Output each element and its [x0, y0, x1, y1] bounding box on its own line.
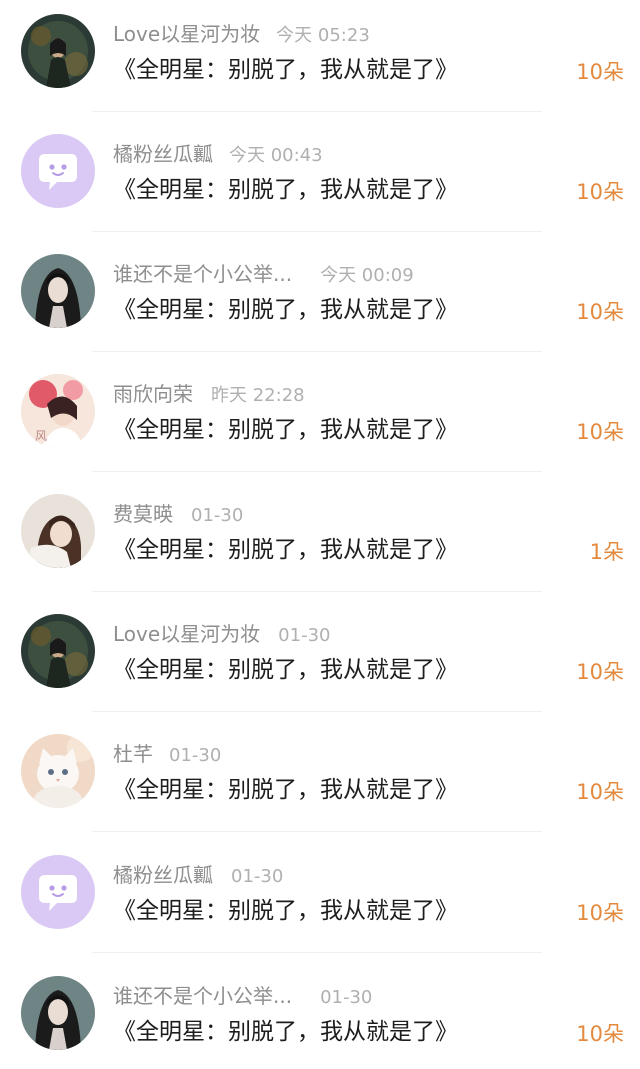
- avatar[interactable]: [21, 14, 95, 88]
- avatar[interactable]: [21, 134, 95, 208]
- divider: [92, 471, 542, 472]
- user-name[interactable]: 谁还不是个小公举...: [113, 260, 292, 288]
- list-item[interactable]: 费莫暎 01-30 《全明星：别脱了，我从就是了》 1朵: [0, 480, 640, 600]
- book-title[interactable]: 《全明星：别脱了，我从就是了》: [113, 174, 458, 206]
- list-item[interactable]: 谁还不是个小公举... 今天 00:09 《全明星：别脱了，我从就是了》 10朵: [0, 240, 640, 360]
- flower-count: 10朵: [576, 60, 624, 84]
- divider: [92, 591, 542, 592]
- divider: [92, 952, 542, 953]
- list-item[interactable]: Love以星河为妆 今天 05:23 《全明星：别脱了，我从就是了》 10朵: [0, 0, 640, 120]
- dark-fantasy-avatar-icon: [21, 14, 95, 88]
- flower-count: 10朵: [576, 180, 624, 204]
- dark-hair-girl-avatar-icon: [21, 254, 95, 328]
- avatar[interactable]: [21, 734, 95, 808]
- list-item[interactable]: 杜芊 01-30 《全明星：别脱了，我从就是了》 10朵: [0, 720, 640, 840]
- item-meta: Love以星河为妆 今天 05:23: [113, 20, 370, 48]
- divider: [92, 831, 542, 832]
- dark-hair-girl-avatar-icon: [21, 976, 95, 1050]
- user-name[interactable]: 橘粉丝瓜瓤: [113, 861, 213, 889]
- book-title[interactable]: 《全明星：别脱了，我从就是了》: [113, 1016, 458, 1048]
- dark-fantasy-avatar-icon: [21, 614, 95, 688]
- user-name[interactable]: Love以星河为妆: [113, 620, 260, 648]
- item-meta: 费莫暎 01-30: [113, 500, 243, 528]
- book-title[interactable]: 《全明星：别脱了，我从就是了》: [113, 654, 458, 686]
- avatar[interactable]: [21, 254, 95, 328]
- flower-count: 1朵: [589, 540, 624, 564]
- gift-list: Love以星河为妆 今天 05:23 《全明星：别脱了，我从就是了》 10朵 橘粉…: [0, 0, 640, 1069]
- svg-text:风: 风: [35, 429, 47, 443]
- avatar[interactable]: [21, 494, 95, 568]
- timestamp: 01-30: [231, 866, 284, 887]
- book-title[interactable]: 《全明星：别脱了，我从就是了》: [113, 414, 458, 446]
- list-item[interactable]: Love以星河为妆 01-30 《全明星：别脱了，我从就是了》 10朵: [0, 600, 640, 720]
- timestamp: 今天 05:23: [276, 25, 370, 46]
- pink-flower-avatar-icon: 风: [21, 374, 95, 448]
- list-item[interactable]: 橘粉丝瓜瓤 01-30 《全明星：别脱了，我从就是了》 10朵: [0, 841, 640, 961]
- item-meta: Love以星河为妆 01-30: [113, 620, 330, 648]
- timestamp: 01-30: [278, 625, 331, 646]
- item-meta: 橘粉丝瓜瓤 今天 00:43: [113, 140, 323, 168]
- divider: [92, 351, 542, 352]
- user-name[interactable]: 杜芊: [113, 740, 153, 768]
- timestamp: 01-30: [191, 505, 244, 526]
- girl-photo-avatar-icon: [21, 494, 95, 568]
- timestamp: 01-30: [169, 745, 222, 766]
- user-name[interactable]: Love以星河为妆: [113, 20, 260, 48]
- list-item[interactable]: 橘粉丝瓜瓤 今天 00:43 《全明星：别脱了，我从就是了》 10朵: [0, 120, 640, 240]
- list-item[interactable]: 风 雨欣向荣 昨天 22:28 《全明星：别脱了，我从就是了》 10朵: [0, 360, 640, 480]
- flower-count: 10朵: [576, 1022, 624, 1046]
- book-title[interactable]: 《全明星：别脱了，我从就是了》: [113, 895, 458, 927]
- divider: [92, 711, 542, 712]
- avatar[interactable]: [21, 614, 95, 688]
- default-chat-avatar-icon: [21, 134, 95, 208]
- white-cat-avatar-icon: [21, 734, 95, 808]
- avatar[interactable]: [21, 855, 95, 929]
- flower-count: 10朵: [576, 300, 624, 324]
- book-title[interactable]: 《全明星：别脱了，我从就是了》: [113, 54, 458, 86]
- timestamp: 昨天 22:28: [211, 385, 305, 406]
- list-item[interactable]: 谁还不是个小公举... 01-30 《全明星：别脱了，我从就是了》 10朵: [0, 962, 640, 1069]
- item-meta: 杜芊 01-30: [113, 740, 221, 768]
- divider: [92, 231, 542, 232]
- book-title[interactable]: 《全明星：别脱了，我从就是了》: [113, 294, 458, 326]
- book-title[interactable]: 《全明星：别脱了，我从就是了》: [113, 534, 458, 566]
- avatar[interactable]: 风: [21, 374, 95, 448]
- timestamp: 01-30: [320, 987, 373, 1008]
- timestamp: 今天 00:43: [229, 145, 323, 166]
- default-chat-avatar-icon: [21, 855, 95, 929]
- flower-count: 10朵: [576, 660, 624, 684]
- divider: [92, 111, 542, 112]
- item-meta: 谁还不是个小公举... 今天 00:09: [113, 260, 414, 288]
- user-name[interactable]: 雨欣向荣: [113, 380, 193, 408]
- timestamp: 今天 00:09: [320, 265, 414, 286]
- flower-count: 10朵: [576, 901, 624, 925]
- flower-count: 10朵: [576, 780, 624, 804]
- book-title[interactable]: 《全明星：别脱了，我从就是了》: [113, 774, 458, 806]
- user-name[interactable]: 橘粉丝瓜瓤: [113, 140, 213, 168]
- user-name[interactable]: 谁还不是个小公举...: [113, 982, 292, 1010]
- avatar[interactable]: [21, 976, 95, 1050]
- item-meta: 雨欣向荣 昨天 22:28: [113, 380, 305, 408]
- user-name[interactable]: 费莫暎: [113, 500, 173, 528]
- item-meta: 谁还不是个小公举... 01-30: [113, 982, 372, 1010]
- flower-count: 10朵: [576, 420, 624, 444]
- item-meta: 橘粉丝瓜瓤 01-30: [113, 861, 283, 889]
